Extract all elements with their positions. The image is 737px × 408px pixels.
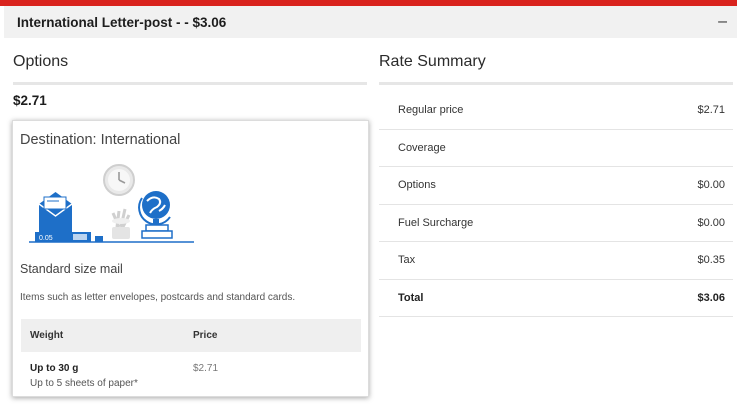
summary-label: Options xyxy=(398,179,436,192)
summary-row-options: Options $0.00 xyxy=(379,167,733,205)
card-title: Destination: International xyxy=(20,132,181,148)
collapsible-header[interactable]: International Letter-post - - $3.06 – xyxy=(4,6,737,38)
header-title: International Letter-post - - $3.06 xyxy=(17,14,227,30)
summary-label: Fuel Surcharge xyxy=(398,216,474,229)
summary-row-regular-price: Regular price $2.71 xyxy=(379,92,733,130)
scale-icon: 0.05 xyxy=(35,232,103,242)
table-header-row: Weight Price xyxy=(21,319,361,352)
rate-summary-title: Rate Summary xyxy=(379,53,486,70)
summary-row-fuel-surcharge: Fuel Surcharge $0.00 xyxy=(379,205,733,242)
summary-label: Total xyxy=(398,291,424,304)
destination-info-card: Destination: International 0.05 Standard… xyxy=(12,120,369,397)
mail-illustration: 0.05 xyxy=(29,164,194,243)
summary-value: $0.00 xyxy=(697,216,725,229)
weight-value: Up to 30 g xyxy=(30,363,79,374)
clock-icon xyxy=(103,164,135,196)
mail-size-description: Items such as letter envelopes, postcard… xyxy=(20,292,296,303)
options-divider xyxy=(13,82,367,85)
summary-value: $0.35 xyxy=(697,254,725,267)
rate-summary-list: Regular price $2.71 Coverage Options $0.… xyxy=(379,92,733,317)
weight-price-table: Weight Price Up to 30 g Up to 5 sheets o… xyxy=(21,319,361,389)
summary-row-tax: Tax $0.35 xyxy=(379,242,733,280)
column-header-price: Price xyxy=(193,330,218,341)
summary-row-coverage: Coverage xyxy=(379,130,733,167)
envelope-icon xyxy=(38,192,73,232)
scale-readout: 0.05 xyxy=(39,235,53,242)
summary-value: $2.71 xyxy=(697,104,725,117)
column-header-weight: Weight xyxy=(30,330,64,341)
option-price: $2.71 xyxy=(13,93,47,108)
mail-size-title: Standard size mail xyxy=(20,262,123,276)
minus-icon[interactable]: – xyxy=(718,14,727,30)
options-title: Options xyxy=(13,53,69,70)
plant-icon xyxy=(111,208,131,239)
summary-label: Tax xyxy=(398,254,416,267)
price-value: $2.71 xyxy=(193,363,219,374)
table-row: Up to 30 g Up to 5 sheets of paper* $2.7… xyxy=(21,352,361,389)
summary-label: Regular price xyxy=(398,104,464,117)
summary-divider xyxy=(379,82,733,85)
weight-cell: Up to 30 g Up to 5 sheets of paper* xyxy=(21,363,193,389)
globe-icon xyxy=(138,191,173,239)
summary-row-total: Total $3.06 xyxy=(379,280,733,317)
summary-value: $0.00 xyxy=(697,179,725,192)
weight-note: Up to 5 sheets of paper* xyxy=(30,378,138,389)
summary-label: Coverage xyxy=(398,141,446,154)
summary-value: $3.06 xyxy=(697,291,725,304)
